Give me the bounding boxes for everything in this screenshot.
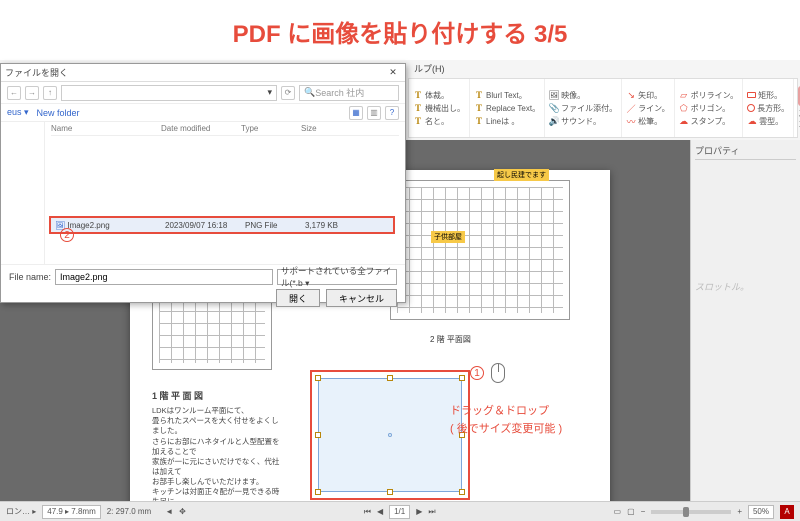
status-dim: 47.9 ▸ 7.8mm xyxy=(42,505,100,519)
ribbon-image[interactable]: 🖼映像。 xyxy=(549,90,617,101)
resize-handle[interactable] xyxy=(315,432,321,438)
annotation-drag: ドラッグ＆ドロップ xyxy=(450,402,549,418)
status-left[interactable]: ロン… ▸ xyxy=(6,506,36,517)
ribbon-oval[interactable]: 長方形。 xyxy=(747,103,789,114)
ribbon-polyline[interactable]: ▱ポリライン。 xyxy=(679,90,739,101)
ribbon-pencil[interactable]: 〰松筆。 xyxy=(626,116,670,127)
status-dim2: 2: 297.0 mm xyxy=(107,507,151,516)
page-prev-icon[interactable]: ⏮ xyxy=(364,507,371,517)
annotation-resize: ( 後でサイズ変更可能 ) xyxy=(450,420,562,436)
resize-handle[interactable] xyxy=(387,375,393,381)
column-headers[interactable]: Name Date modified Type Size xyxy=(51,122,399,136)
status-cursor-icon[interactable]: ✥ xyxy=(179,507,186,516)
ribbon-text-style[interactable]: T体裁。 xyxy=(413,90,465,101)
fit-page-icon[interactable]: ▢ xyxy=(627,507,635,516)
page-next-icon[interactable]: ▶ xyxy=(416,507,422,516)
search-input[interactable]: 🔍 Search 社内 xyxy=(299,85,399,101)
zoom-slider[interactable] xyxy=(651,510,731,514)
new-folder[interactable]: New folder xyxy=(37,108,80,118)
status-bar: ロン… ▸ 47.9 ▸ 7.8mm 2: 297.0 mm ◄ ✥ ⏮ ◀ 1… xyxy=(0,501,800,521)
file-type: PNG File xyxy=(245,221,305,230)
zoom-value[interactable]: 50% xyxy=(748,505,774,519)
nav-up-icon[interactable]: ↑ xyxy=(43,86,57,100)
filename-label: File name: xyxy=(9,272,51,282)
ribbon-replacetext[interactable]: TReplace Text。 xyxy=(474,103,540,114)
preview-icon[interactable]: ▥ xyxy=(367,106,381,120)
file-filter[interactable]: サポートされている全ファイル(*.b ▾ xyxy=(277,269,397,285)
resize-handle[interactable] xyxy=(315,375,321,381)
ribbon-blurtext[interactable]: TBlurl Text。 xyxy=(474,90,540,101)
ribbon-attach[interactable]: 📎ファイル添付。 xyxy=(549,103,617,114)
ribbon-tab[interactable]: ルプ(H) xyxy=(408,62,445,78)
rect-icon xyxy=(747,92,756,98)
fit-width-icon[interactable]: ▭ xyxy=(614,507,622,516)
page-last-icon[interactable]: ⏭ xyxy=(428,507,435,517)
breadcrumb[interactable]: ▾ xyxy=(61,85,277,101)
close-icon[interactable]: ✕ xyxy=(385,67,401,78)
ribbon-stamp-item[interactable]: ☁スタンプ。 xyxy=(679,116,739,127)
open-button[interactable]: 開く xyxy=(276,289,320,307)
properties-header: プロパティ xyxy=(695,144,796,160)
nav-back-icon[interactable]: ← xyxy=(7,86,21,100)
ribbon-polygon[interactable]: ⬠ポリゴン。 xyxy=(679,103,739,114)
file-row-selected[interactable]: 🖼 Image2.png 2023/09/07 16:18 PNG File 3… xyxy=(49,216,395,234)
floor-1-title: 1 階 平 面 図 xyxy=(152,390,282,402)
circle-icon xyxy=(747,104,755,112)
ribbon-toolbar: T体裁。 T機械出し。 T名と。 TBlurl Text。 TReplace T… xyxy=(408,78,798,138)
view-icon[interactable]: ▦ xyxy=(349,106,363,120)
properties-note: スロットル。 xyxy=(695,280,796,293)
image-drop-area[interactable] xyxy=(310,370,470,500)
ribbon-text-name[interactable]: T名と。 xyxy=(413,116,465,127)
ribbon-cloud[interactable]: ☁雲型。 xyxy=(747,116,789,127)
zoom-out-icon[interactable]: − xyxy=(641,507,646,516)
cancel-button[interactable]: キャンセル xyxy=(326,289,397,307)
file-open-dialog: ファイルを開く ✕ ← → ↑ ▾ ⟳ 🔍 Search 社内 eus ▾ Ne… xyxy=(0,63,406,303)
zoom-in-icon[interactable]: + xyxy=(737,507,742,516)
center-handle[interactable] xyxy=(388,433,392,437)
ribbon-text-machine[interactable]: T機械出し。 xyxy=(413,103,465,114)
help-icon[interactable]: ? xyxy=(385,106,399,120)
plan-room-label: 子供部屋 xyxy=(431,231,465,243)
adobe-icon[interactable]: A xyxy=(780,505,794,519)
page-back-icon[interactable]: ◀ xyxy=(377,507,383,516)
floor-2-label: 2 階 平面図 xyxy=(430,334,471,345)
page-indicator: 1/1 xyxy=(389,505,410,519)
ribbon-line-text[interactable]: TLineは 。 xyxy=(474,116,540,127)
file-date: 2023/09/07 16:18 xyxy=(165,221,245,230)
annotation-1: 1 xyxy=(470,363,505,383)
filename-input[interactable] xyxy=(55,269,273,285)
ribbon-line[interactable]: ／ライン。 xyxy=(626,103,670,114)
resize-handle[interactable] xyxy=(459,489,465,495)
plan-tag: 起し民建でます xyxy=(494,169,549,181)
resize-handle[interactable] xyxy=(387,489,393,495)
properties-panel: プロパティ スロットル。 xyxy=(690,140,800,501)
file-size: 3,179 KB xyxy=(305,221,365,230)
ribbon-sound[interactable]: 🔊サウンド。 xyxy=(549,116,617,127)
organize-menu[interactable]: eus ▾ xyxy=(7,107,29,118)
resize-handle[interactable] xyxy=(459,375,465,381)
folder-tree[interactable] xyxy=(1,122,45,264)
annotation-2: 2 xyxy=(60,228,74,242)
dialog-title: ファイルを開く xyxy=(5,66,68,79)
ribbon-arrow[interactable]: ↘矢印。 xyxy=(626,90,670,101)
nav-fwd-icon[interactable]: → xyxy=(25,86,39,100)
file-list[interactable]: Name Date modified Type Size 🖼 Image2.pn… xyxy=(45,122,405,264)
mouse-icon xyxy=(491,363,505,383)
refresh-icon[interactable]: ⟳ xyxy=(281,86,295,100)
ribbon-rect[interactable]: 矩形。 xyxy=(747,90,789,101)
resize-handle[interactable] xyxy=(315,489,321,495)
tutorial-title: PDF に画像を貼り付けする 3/5 xyxy=(0,0,800,59)
description-block: 1 階 平 面 図 LDKはワンルーム平面にて、 畳られたスペースを大く付せをよ… xyxy=(152,390,282,501)
floorplan-2f: 起し民建でます 子供部屋 xyxy=(390,180,570,320)
